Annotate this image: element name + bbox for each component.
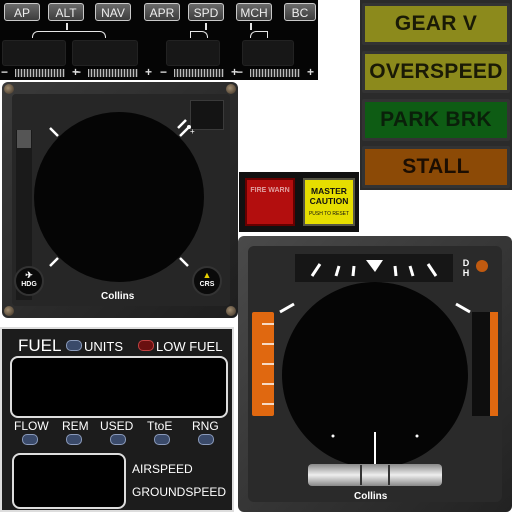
mch-display xyxy=(242,40,294,66)
fuel-speed-display xyxy=(12,453,126,509)
rem-label: REM xyxy=(62,419,89,433)
gear-warning-annunciator: GEAR V HIGH xyxy=(362,3,510,71)
low-fuel-light xyxy=(138,340,154,351)
mch-bracket xyxy=(250,31,268,38)
hsi-instrument: + ✈ HDG ▲ CRS Collins xyxy=(2,82,238,318)
rng-button[interactable] xyxy=(198,434,214,445)
apr-button[interactable]: APR xyxy=(144,3,180,21)
spd-button[interactable]: SPD xyxy=(188,3,224,21)
plane-icon: ✈ xyxy=(25,270,33,280)
knob-ridge xyxy=(15,69,65,77)
minus-label: − xyxy=(160,65,168,79)
master-caution-label: MASTER CAUTION xyxy=(309,186,349,206)
minus-label: − xyxy=(1,65,9,79)
used-label: USED xyxy=(100,419,134,433)
plus-label: + xyxy=(306,65,314,79)
knob-ridge xyxy=(174,69,224,77)
alt-button[interactable]: ALT xyxy=(48,3,84,21)
bracket-stem xyxy=(205,23,207,30)
fuel-panel: FUEL UNITS LOW FUEL FLOW REM USED TtoE R… xyxy=(0,327,234,512)
right-scale-window xyxy=(472,312,490,416)
knob-ridge xyxy=(250,69,300,77)
overspeed-annunciator: OVERSPEED xyxy=(362,51,510,93)
hdg-knob[interactable]: ✈ HDG xyxy=(14,266,44,296)
units-label: UNITS xyxy=(84,339,123,354)
spd-bracket xyxy=(190,31,208,38)
bracket-stem xyxy=(66,23,68,30)
spd-display xyxy=(166,40,220,66)
minus-label: − xyxy=(236,65,244,79)
used-button[interactable] xyxy=(110,434,126,445)
autopilot-panel: AP ALT NAV APR SPD MCH BC − + − + − + − … xyxy=(0,0,318,80)
ap-button[interactable]: AP xyxy=(4,3,40,21)
nav-button[interactable]: NAV xyxy=(95,3,131,21)
fuel-main-display xyxy=(10,356,228,418)
spd-knob[interactable]: − + xyxy=(160,65,238,79)
low-fuel-label: LOW FUEL xyxy=(156,339,223,354)
left-scale-ticks xyxy=(262,323,274,405)
collins-logo: Collins xyxy=(101,291,135,302)
inclinometer-center xyxy=(360,465,390,485)
mch-knob[interactable]: − + xyxy=(236,65,314,79)
rem-button[interactable] xyxy=(66,434,82,445)
dh-light xyxy=(476,260,488,272)
collins-logo: Collins xyxy=(354,491,388,502)
dh-label: D H xyxy=(462,258,470,278)
fire-warning-button[interactable]: FIRE WARN xyxy=(245,178,295,226)
fire-warning-label: FIRE WARN xyxy=(250,187,290,194)
push-to-reset-label: PUSH TO RESET xyxy=(308,211,350,217)
alt-display xyxy=(2,40,66,66)
alt-nav-bracket xyxy=(32,31,106,38)
adi-instrument: D H Collins xyxy=(238,236,512,512)
groundspeed-label: GROUNDSPEED xyxy=(132,485,227,499)
svg-text:+: + xyxy=(190,127,195,136)
nav-display xyxy=(72,40,138,66)
units-indicator[interactable] xyxy=(66,340,82,351)
bracket-stem xyxy=(250,23,252,30)
hdg-label: HDG xyxy=(21,281,37,288)
park-brake-annunciator: PARK BRK xyxy=(362,99,510,141)
crs-knob[interactable]: ▲ CRS xyxy=(192,266,222,296)
rng-label: RNG xyxy=(192,419,219,433)
flow-label: FLOW xyxy=(14,419,49,433)
knob-ridge xyxy=(88,69,138,77)
flow-button[interactable] xyxy=(22,434,38,445)
plus-label: + xyxy=(144,65,152,79)
fuel-title: FUEL xyxy=(18,336,62,355)
ttoe-button[interactable] xyxy=(154,434,170,445)
minus-label: − xyxy=(74,65,82,79)
mch-button[interactable]: MCH xyxy=(236,3,272,21)
master-caution-button[interactable]: MASTER CAUTION PUSH TO RESET xyxy=(303,178,355,226)
crs-label: CRS xyxy=(199,281,215,288)
ttoe-label: TtoE xyxy=(147,419,173,433)
course-arrow-icon: ▲ xyxy=(202,270,212,280)
bc-button[interactable]: BC xyxy=(284,3,316,21)
airspeed-label: AIRSPEED xyxy=(132,462,193,476)
stall-annunciator: STALL xyxy=(362,146,510,188)
alt-knob[interactable]: − + xyxy=(1,65,79,79)
right-orange-scale xyxy=(490,312,498,416)
nav-knob[interactable]: − + xyxy=(74,65,152,79)
